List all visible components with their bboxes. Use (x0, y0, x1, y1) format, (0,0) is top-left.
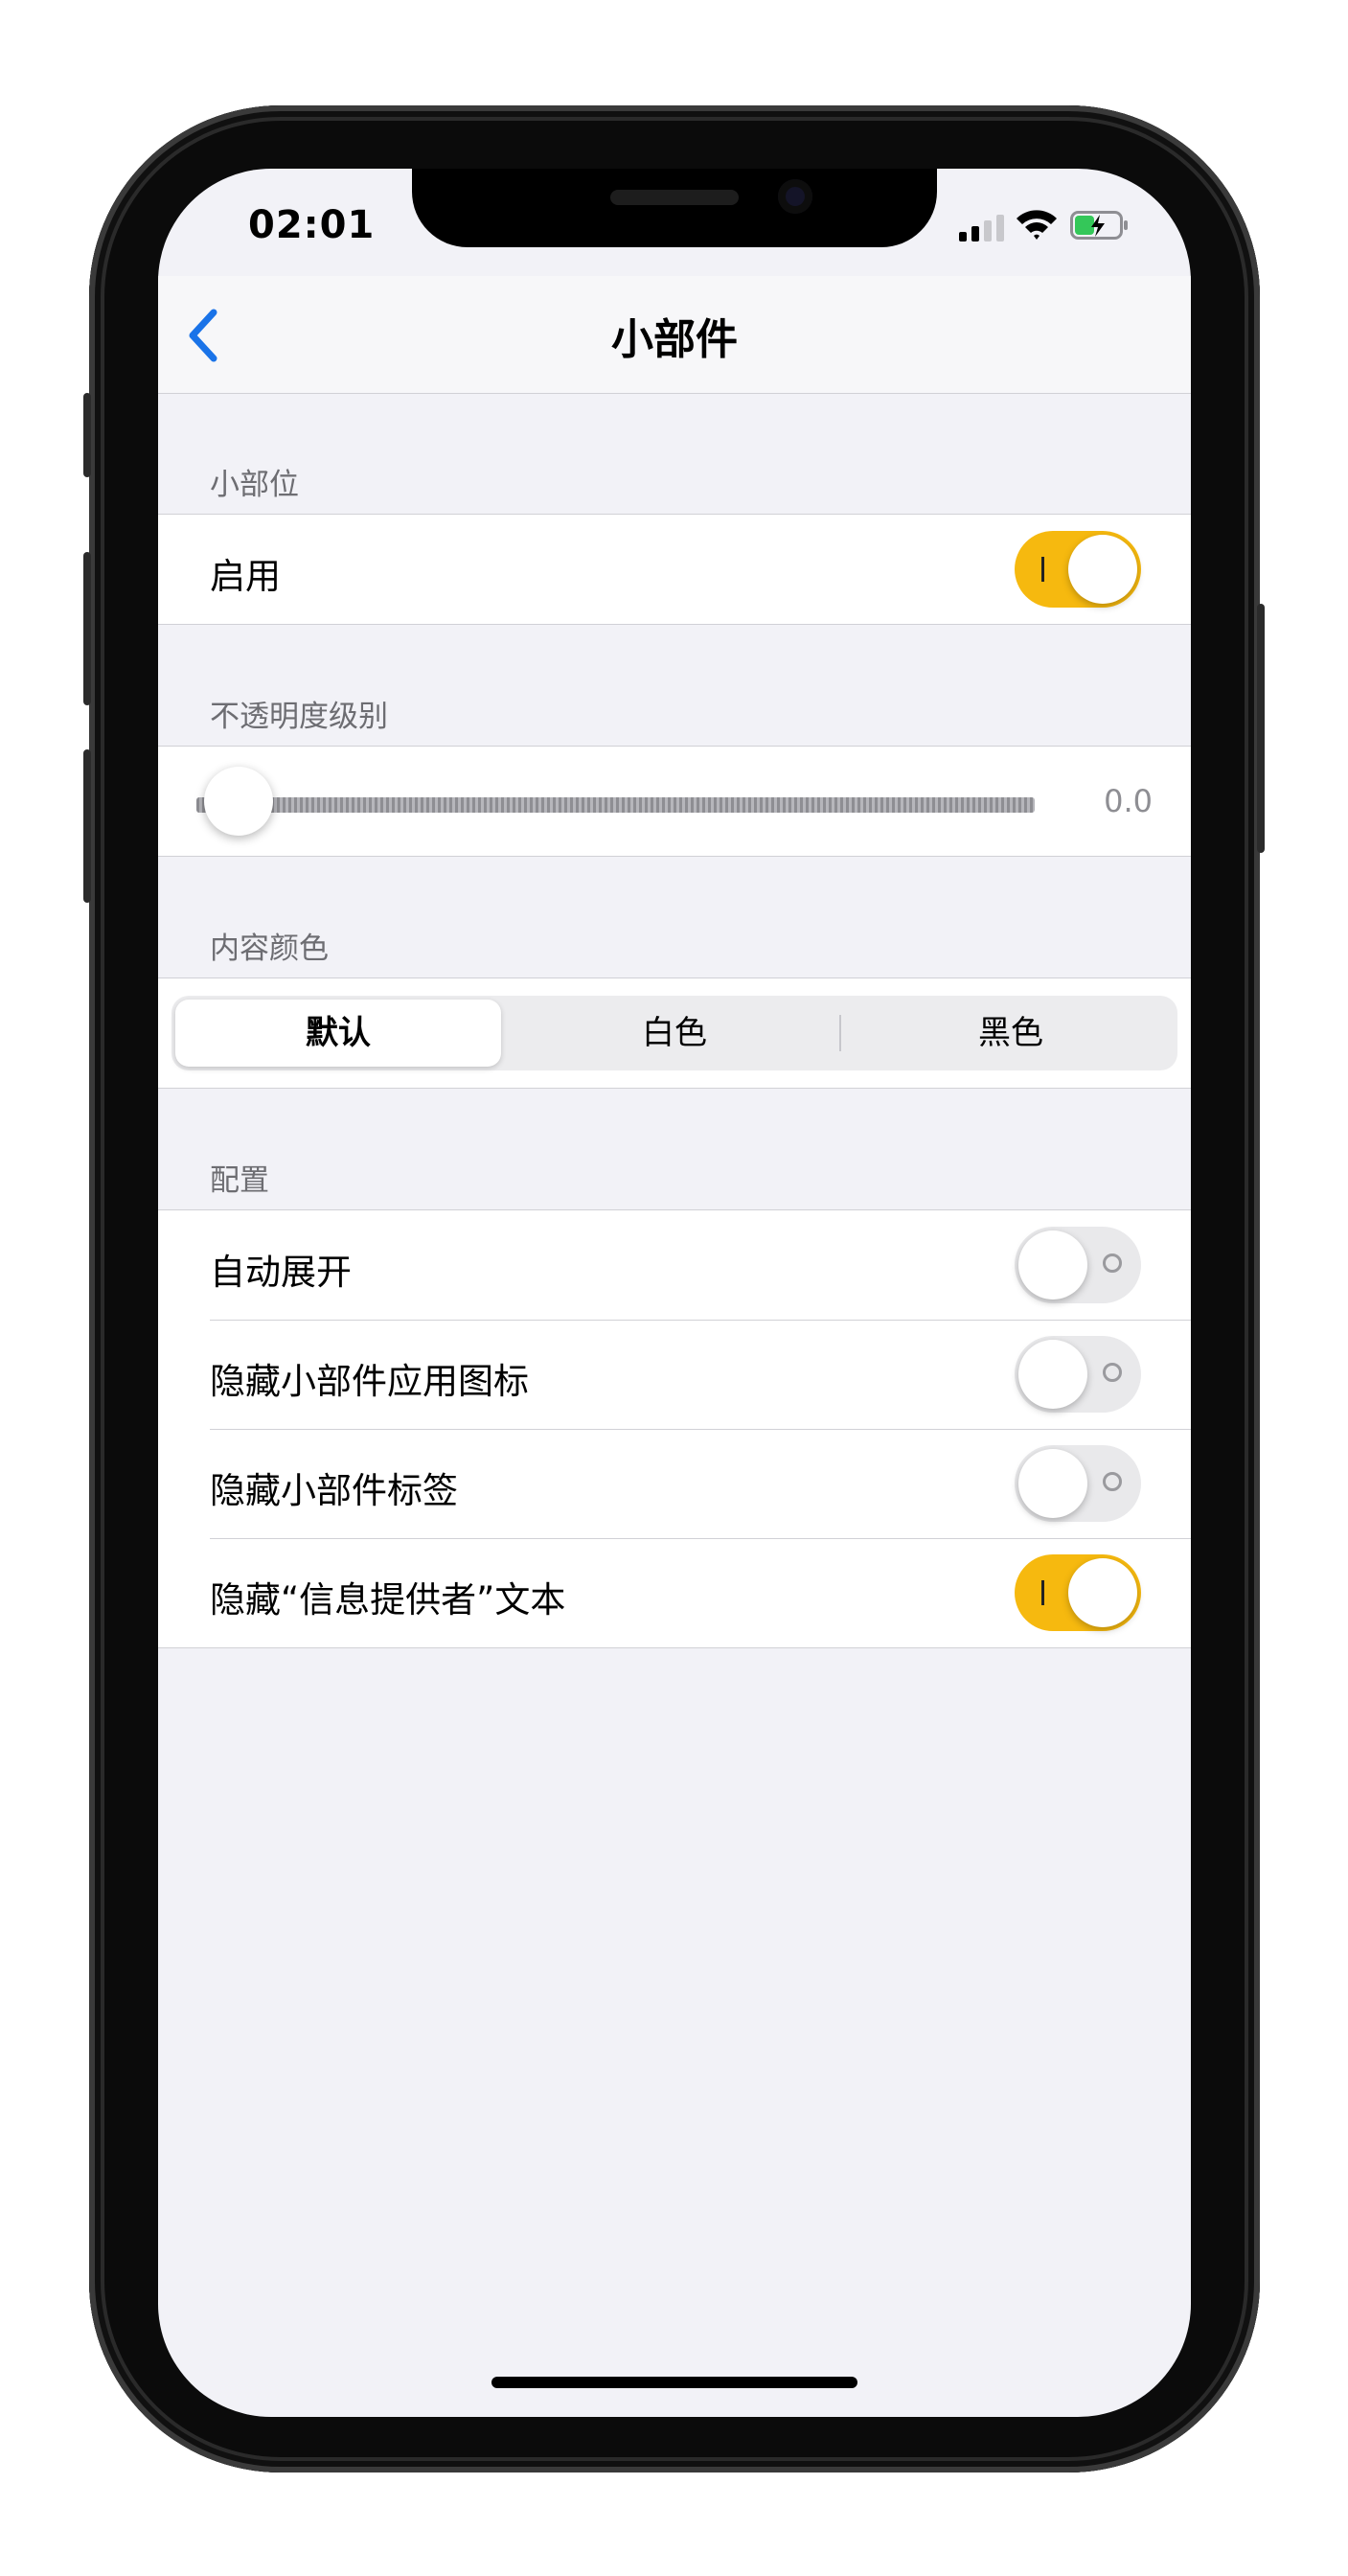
auto-expand-label: 自动展开 (210, 1252, 352, 1293)
home-indicator[interactable] (491, 2377, 857, 2388)
notch (412, 169, 937, 247)
volume-down-button (83, 749, 91, 903)
section-header-content-color: 内容颜色 (210, 932, 329, 966)
opacity-slider-track[interactable] (196, 797, 1035, 813)
wifi-icon (1017, 210, 1057, 240)
cellular-signal-icon (959, 215, 1004, 242)
toggle-knob (1068, 535, 1137, 604)
toggle-knob (1068, 1558, 1137, 1627)
hide-provider-text-toggle[interactable] (1015, 1554, 1141, 1631)
enable-row: 启用 (158, 515, 1191, 624)
enable-label: 启用 (210, 556, 281, 597)
content-color-segmented-control: 默认 白色 黑色 (171, 996, 1177, 1070)
toggle-off-mark (1103, 1472, 1122, 1491)
config-row-auto-expand: 自动展开 (158, 1210, 1191, 1320)
toggle-off-mark (1103, 1254, 1122, 1273)
toggle-off-mark (1103, 1363, 1122, 1382)
hide-provider-text-label: 隐藏“信息提供者”文本 (210, 1579, 566, 1621)
enable-toggle[interactable] (1015, 531, 1141, 608)
hide-app-icon-label: 隐藏小部件应用图标 (210, 1361, 529, 1402)
content-color-group: 默认 白色 黑色 (158, 978, 1191, 1089)
toggle-on-mark (1041, 1580, 1044, 1605)
auto-expand-toggle[interactable] (1015, 1227, 1141, 1303)
opacity-value: 0.0 (1104, 783, 1153, 819)
front-camera (778, 179, 812, 214)
config-row-hide-label: 隐藏小部件标签 (158, 1429, 1191, 1538)
hide-label-toggle[interactable] (1015, 1445, 1141, 1522)
navigation-bar: 小部件 (158, 276, 1191, 394)
segment-black[interactable]: 黑色 (848, 1000, 1174, 1067)
toggle-on-mark (1041, 557, 1044, 582)
opacity-group: 0.0 (158, 746, 1191, 857)
section-header-opacity: 不透明度级别 (210, 700, 388, 734)
config-row-hide-provider-text: 隐藏“信息提供者”文本 (158, 1538, 1191, 1647)
opacity-slider-thumb[interactable] (204, 767, 273, 836)
opacity-slider-row: 0.0 (158, 747, 1191, 856)
hide-app-icon-toggle[interactable] (1015, 1336, 1141, 1413)
speaker-grille (610, 190, 739, 205)
mute-switch (83, 393, 91, 477)
toggle-knob (1018, 1230, 1087, 1300)
config-row-hide-app-icon: 隐藏小部件应用图标 (158, 1320, 1191, 1429)
volume-up-button (83, 552, 91, 705)
battery-charging-icon (1070, 211, 1128, 240)
power-button (1257, 604, 1265, 853)
section-header-widget: 小部位 (210, 468, 299, 502)
toggle-knob (1018, 1340, 1087, 1409)
page-title: 小部件 (611, 315, 738, 364)
hide-label-label: 隐藏小部件标签 (210, 1470, 458, 1511)
screen: 02:01 小部件 小部位 启用 不透明度级别 0.0 内容颜色 默认 白色 黑… (158, 169, 1191, 2417)
section-header-config: 配置 (210, 1163, 269, 1198)
status-time: 02:01 (248, 203, 376, 247)
segment-default[interactable]: 默认 (175, 1000, 501, 1067)
config-group: 自动展开 隐藏小部件应用图标 隐藏小部件标签 隐藏“信息提供者”文本 (158, 1209, 1191, 1648)
widget-group: 启用 (158, 514, 1191, 625)
toggle-knob (1018, 1449, 1087, 1518)
segmented-row: 默认 白色 黑色 (158, 978, 1191, 1088)
segment-divider (839, 1015, 841, 1051)
segment-white[interactable]: 白色 (512, 1000, 837, 1067)
